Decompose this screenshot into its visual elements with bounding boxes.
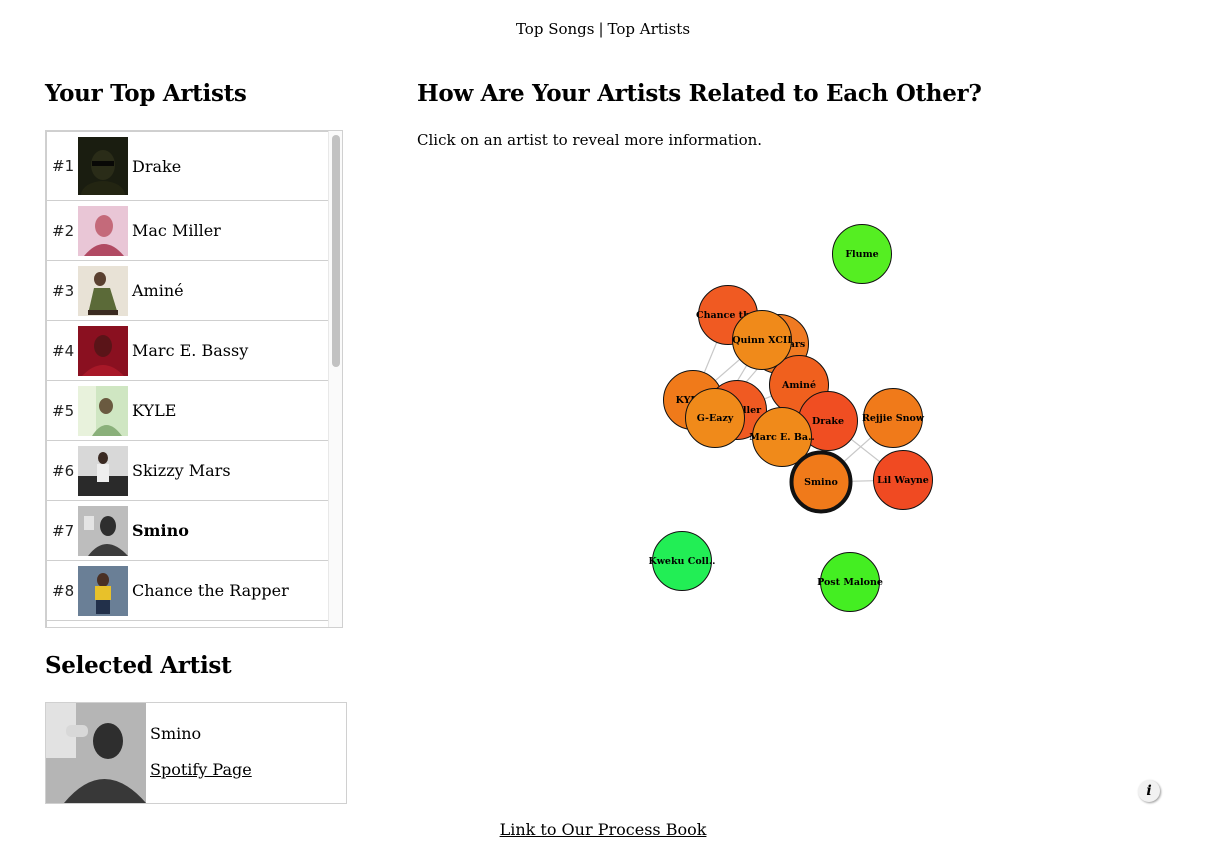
node-label: Quinn XCII — [732, 335, 792, 346]
artist-row-3[interactable]: #3 Aminé — [46, 261, 330, 321]
node-label: Kweku Coll.. — [648, 556, 715, 567]
artist-row-5[interactable]: #5 KYLE — [46, 381, 330, 441]
top-artists-heading: Your Top Artists — [45, 80, 247, 107]
artist-rank: #7 — [52, 521, 75, 540]
artist-name: Skizzy Mars — [132, 461, 231, 480]
artist-list-scrollbar[interactable] — [332, 135, 340, 367]
process-book-link[interactable]: Link to Our Process Book — [500, 820, 707, 839]
artist-photo — [78, 505, 128, 556]
artist-rank: #5 — [52, 401, 75, 420]
network-node-flume[interactable]: Flume — [832, 224, 892, 284]
artist-name: Smino — [132, 521, 189, 540]
node-label: ller — [743, 405, 762, 416]
artist-row-4[interactable]: #4 Marc E. Bassy — [46, 321, 330, 381]
artist-row-7[interactable]: #7 Smino — [46, 501, 330, 561]
node-label: Aminé — [781, 380, 816, 391]
artist-name: Mac Miller — [132, 221, 221, 240]
selected-artist-photo — [46, 703, 146, 803]
artist-name: Aminé — [132, 281, 184, 300]
artist-photo — [78, 205, 128, 256]
artist-rank: #1 — [52, 157, 75, 175]
artist-photo — [78, 325, 128, 376]
network-hint: Click on an artist to reveal more inform… — [417, 131, 763, 149]
process-book-footer: Link to Our Process Book — [0, 820, 1206, 839]
artist-photo — [78, 445, 128, 496]
artist-row-9[interactable] — [46, 621, 330, 627]
artist-photo — [78, 565, 128, 616]
artist-photo — [78, 265, 128, 316]
spotify-page-link[interactable]: Spotify Page — [150, 760, 252, 779]
artist-rank: #8 — [52, 581, 75, 600]
selected-artist-card: Smino Spotify Page — [45, 702, 347, 804]
artist-list[interactable]: #1 Drake #2 Mac Miller #3 Aminé #4 Marc … — [45, 130, 343, 628]
artist-name: Chance the Rapper — [132, 581, 289, 600]
nav-separator: | — [598, 20, 604, 38]
node-label: Drake — [812, 416, 844, 427]
artist-name: Marc E. Bassy — [132, 341, 249, 360]
artist-name: KYLE — [132, 401, 177, 420]
artist-row-1[interactable]: #1 Drake — [46, 131, 330, 201]
artist-photo — [78, 385, 128, 436]
selected-artist-name: Smino — [150, 724, 202, 743]
artist-name: Drake — [132, 156, 182, 176]
node-label: Lil Wayne — [877, 475, 929, 486]
network-node-lil-wayne[interactable]: Lil Wayne — [873, 450, 933, 510]
node-label: Post Malone — [817, 577, 883, 588]
node-label: Flume — [845, 249, 878, 260]
network-node-post-malone[interactable]: Post Malone — [817, 552, 883, 612]
relations-heading: How Are Your Artists Related to Each Oth… — [417, 80, 982, 107]
network-nodes[interactable]: Flume Chance th ars KYLE Aminé ller Drak… — [648, 224, 933, 612]
artist-rank: #2 — [52, 221, 75, 240]
node-label: G-Eazy — [697, 413, 734, 424]
node-label: Smino — [804, 477, 838, 488]
network-node-quinn-xcii[interactable]: Quinn XCII — [732, 310, 792, 370]
selected-artist-heading: Selected Artist — [45, 652, 232, 679]
artist-row-2[interactable]: #2 Mac Miller — [46, 201, 330, 261]
artist-row-8[interactable]: #8 Chance the Rapper — [46, 561, 330, 621]
artist-rank: #3 — [52, 281, 75, 300]
network-node-smino[interactable]: Smino — [789, 450, 853, 514]
top-nav: Top Songs | Top Artists — [0, 20, 1206, 38]
network-node-kweku-collins[interactable]: Kweku Coll.. — [648, 531, 716, 591]
top-artists-link[interactable]: Top Artists — [608, 20, 691, 38]
node-label: Rejjie Snow — [862, 413, 925, 424]
artist-list-scroll-track[interactable] — [328, 131, 342, 627]
artist-rank: #4 — [52, 341, 75, 360]
top-songs-link[interactable]: Top Songs — [516, 20, 595, 38]
network-node-g-eazy[interactable]: G-Eazy — [685, 388, 745, 448]
node-label: Marc E. Ba.. — [749, 432, 814, 443]
artist-network-graph[interactable]: Flume Chance th ars KYLE Aminé ller Drak… — [600, 200, 960, 630]
artist-row-6[interactable]: #6 Skizzy Mars — [46, 441, 330, 501]
info-icon[interactable]: i — [1138, 780, 1160, 802]
artist-rank: #6 — [52, 461, 75, 480]
selected-artist-info: Smino Spotify Page — [146, 703, 252, 803]
artist-photo — [78, 137, 128, 195]
network-node-rejjie-snow[interactable]: Rejjie Snow — [862, 388, 925, 448]
